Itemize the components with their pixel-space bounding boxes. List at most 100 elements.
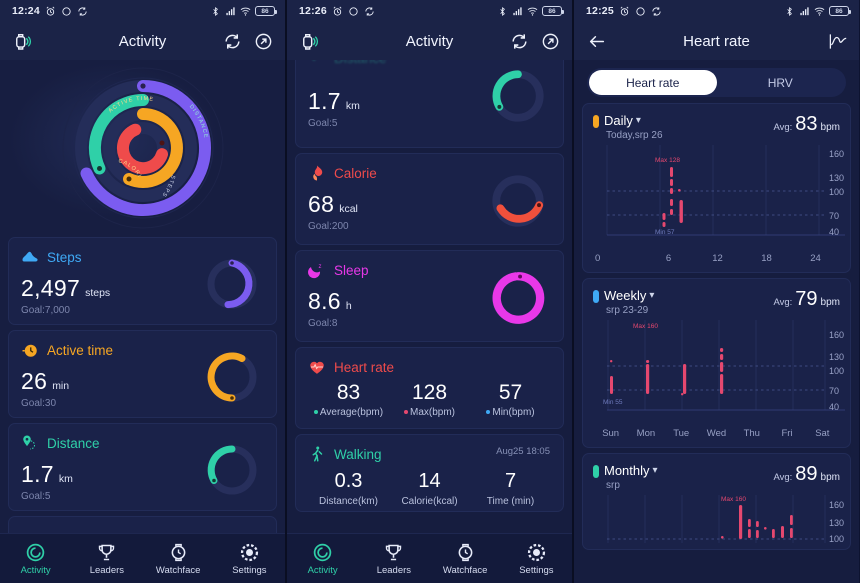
chevron-down-icon[interactable]: ▾ [649, 290, 654, 301]
xtick: Thu [743, 428, 760, 439]
legend-dot [486, 410, 491, 415]
bottom-nav: Activity Leaders Watchface Settings [287, 533, 572, 583]
refresh-icon[interactable] [510, 32, 529, 51]
watch-connected-icon[interactable] [12, 32, 31, 51]
hr-value: 57 [498, 381, 523, 404]
walk-stat-calorie: 14 Calorie(kcal) [389, 470, 470, 507]
tab-label: Watchface [442, 564, 488, 576]
status-bar: 12:25 86 [574, 0, 859, 22]
walk-value: 7 [504, 470, 517, 492]
segment-heart-rate[interactable]: Heart rate [589, 70, 717, 95]
metric-card-sleep[interactable]: z Sleep 8.6 h Goal:8 [295, 250, 564, 342]
chart-card-daily[interactable]: Daily ▾ Today,srp 26 Avg: 83 bpm 160 130… [582, 103, 851, 273]
tab-settings[interactable]: Settings [214, 542, 285, 576]
tab-label: Settings [232, 564, 267, 576]
chart-avg-value: 89 [795, 463, 818, 485]
shoe-icon [22, 251, 38, 262]
walk-label: Calorie(kcal) [401, 496, 458, 507]
metric-card-heart-rate[interactable]: Heart rate 83 Average(bpm) 128 Max(bpm) … [295, 347, 564, 429]
progress-ring [207, 259, 257, 309]
xtick: Wed [706, 428, 727, 439]
tab-leaders[interactable]: Leaders [71, 542, 142, 576]
activity-scroll[interactable]: Distance 1.7 km Goal:5 Calorie [287, 60, 572, 583]
svg-text:100: 100 [829, 366, 844, 376]
refresh-icon[interactable] [223, 32, 242, 51]
segment-hrv[interactable]: HRV [717, 70, 845, 95]
bottom-nav: Activity Leaders Watchface Settings [0, 533, 285, 583]
svg-text:160: 160 [829, 330, 844, 340]
share-icon[interactable] [541, 32, 560, 51]
metric-card-calorie[interactable]: Calorie 68 kcal Goal:200 [295, 153, 564, 245]
tab-watchface[interactable]: Watchface [430, 542, 501, 576]
wifi-icon [527, 7, 538, 16]
card-title: Walking [334, 446, 382, 462]
card-title: Distance [47, 435, 100, 451]
heart-rate-scroll[interactable]: Heart rate HRV Daily ▾ Today,srp 26 Avg:… [574, 60, 859, 583]
xtick: Sun [602, 428, 620, 439]
chevron-down-icon[interactable]: ▾ [653, 465, 658, 476]
tab-label: Settings [519, 564, 554, 576]
activity-scroll[interactable]: DISTANCE ACTIVE TIME STEPS CALORIE Steps… [0, 60, 285, 583]
svg-text:z: z [319, 264, 322, 270]
xtick: Tue [673, 428, 690, 439]
card-title: Heart rate [334, 359, 395, 375]
pin-icon [23, 435, 36, 450]
activity-card-walking[interactable]: Walking Aug25 18:05 0.3 Distance(km) 14 … [295, 434, 564, 512]
chart-card-monthly[interactable]: Monthly ▾ srp Avg: 89 bpm 160 130 100 Ma… [582, 453, 851, 550]
share-icon[interactable] [254, 32, 273, 51]
chevron-down-icon[interactable]: ▾ [636, 115, 641, 126]
annotation-max: Max 128 [655, 157, 680, 164]
metric-card-distance[interactable]: Distance 1.7 km Goal:5 [8, 423, 277, 511]
xtick: Mon [636, 428, 656, 439]
walk-stat-time: 7 Time (min) [470, 470, 551, 507]
chart-subtitle: srp [606, 480, 620, 491]
chart-subtitle: Today,srp 26 [606, 130, 663, 141]
flame-icon [313, 165, 323, 181]
circle-icon [349, 6, 358, 16]
metric-card-distance[interactable]: Distance 1.7 km Goal:5 [295, 60, 564, 148]
signal-icon [513, 6, 522, 15]
hr-value: 128 [411, 381, 448, 404]
chart-title: Monthly [604, 463, 650, 478]
watch-connected-icon[interactable] [299, 32, 318, 51]
chart-xaxis-weekly: Sun Mon Tue Wed Thu Fri Sat [593, 426, 840, 443]
metric-card-steps[interactable]: Steps 2,497 steps Goal:7,000 [8, 237, 277, 325]
walking-timestamp: Aug25 18:05 [496, 446, 550, 457]
card-title: Calorie [334, 165, 377, 181]
metric-card-active-time[interactable]: Active time 26 min Goal:30 [8, 330, 277, 418]
chart-plot-weekly: 160 130 100 70 40 Max 160 Min 55 [593, 318, 845, 426]
progress-ring [492, 175, 544, 227]
tab-label: Leaders [376, 564, 412, 576]
tab-settings[interactable]: Settings [501, 542, 572, 576]
card-unit: km [58, 473, 73, 485]
back-arrow-icon[interactable] [586, 32, 608, 51]
battery-icon: 86 [255, 6, 277, 16]
progress-ring [492, 272, 545, 324]
card-value: 8.6 [308, 288, 341, 314]
tab-activity[interactable]: Activity [0, 542, 71, 576]
card-title: Steps [47, 249, 82, 265]
signal-icon [800, 6, 809, 15]
svg-text:40: 40 [829, 227, 839, 237]
tab-watchface[interactable]: Watchface [143, 542, 214, 576]
walking-icon [312, 446, 323, 462]
xtick: Sat [815, 428, 830, 439]
bluetooth-icon [500, 6, 505, 16]
progress-ring [207, 352, 257, 402]
app-bar: Heart rate [574, 22, 859, 60]
screen-activity-top: 12:24 86 Activity DISTANCE ACTIVE TIME S… [0, 0, 287, 583]
card-title: Sleep [334, 262, 369, 278]
tab-label: Activity [307, 564, 338, 576]
chart-plot-daily: 160 130 100 70 40 Max 128 Min 57 [593, 143, 845, 251]
status-time: 12:24 [12, 5, 40, 17]
card-unit: h [345, 300, 352, 312]
tab-label: Activity [20, 564, 51, 576]
status-bar: 12:24 86 [0, 0, 285, 22]
card-value: 68 [308, 191, 335, 217]
chart-card-weekly[interactable]: Weekly ▾ srp 23-29 Avg: 79 bpm 160 130 1… [582, 278, 851, 448]
tab-leaders[interactable]: Leaders [358, 542, 429, 576]
tab-activity[interactable]: Activity [287, 542, 358, 576]
card-value: 26 [21, 368, 48, 394]
chart-line-icon[interactable] [828, 32, 847, 51]
chart-plot-monthly: 160 130 100 Max 160 [593, 493, 844, 545]
